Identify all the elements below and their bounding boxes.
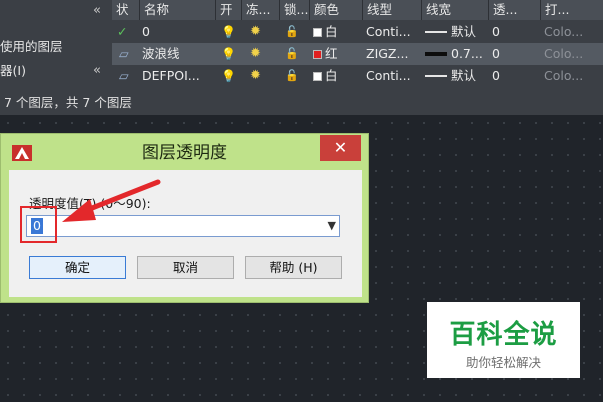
lineweight-sample: [425, 31, 447, 33]
lightbulb-icon[interactable]: 💡: [218, 65, 238, 87]
layer-name[interactable]: 波浪线: [139, 43, 215, 65]
lineweight-sample: [425, 52, 447, 56]
collapse-chevron-icon[interactable]: «: [93, 60, 101, 82]
watermark-logo: 百科全说 助你轻松解决: [427, 302, 580, 378]
layer-plot-style: Colo...: [544, 24, 584, 39]
layer-status-icon: ▱: [119, 46, 129, 61]
sun-icon[interactable]: ✹: [247, 43, 275, 65]
tree-row-used-layers[interactable]: 使用的图层: [0, 36, 112, 58]
layer-linetype[interactable]: Conti...: [363, 65, 421, 87]
layer-grid-header: 状 名称 开 冻... 锁... 颜色 线型 线宽 透... 打...: [112, 0, 603, 20]
tree-row-all[interactable]: «: [0, 0, 112, 22]
layer-linetype[interactable]: ZIGZ...: [363, 43, 421, 65]
collapse-chevron-icon[interactable]: «: [93, 0, 101, 22]
col-status[interactable]: 状: [112, 0, 139, 20]
annotation-highlight-box: [20, 206, 57, 243]
layer-properties-panel: « 使用的图层 器(I) « 状 名称 开 冻... 锁... 颜色 线型 线宽…: [0, 0, 603, 115]
current-layer-check-icon: ✓: [117, 24, 128, 39]
color-label: 白: [325, 68, 338, 83]
layer-plot-style: Colo...: [544, 46, 584, 61]
col-transparency[interactable]: 透...: [488, 0, 540, 20]
layer-lineweight[interactable]: 默认: [422, 21, 488, 43]
transparency-value-combobox[interactable]: 0 ▼: [26, 215, 340, 237]
color-label: 白: [325, 24, 338, 39]
layer-plot-style: Colo...: [544, 68, 584, 83]
unlock-icon[interactable]: 🔓: [282, 21, 308, 43]
layer-lineweight[interactable]: 0.7...: [422, 43, 488, 65]
layer-row[interactable]: ✓ 0 💡 ✹ 🔓 白 Conti... 默认 0 Colo...: [112, 21, 603, 43]
layer-filter-tree: « 使用的图层 器(I) «: [0, 0, 112, 90]
layer-name[interactable]: 0: [139, 21, 215, 43]
close-button[interactable]: ✕: [320, 135, 361, 161]
dialog-title: 图层透明度: [142, 143, 227, 163]
col-name[interactable]: 名称: [139, 0, 215, 20]
chevron-down-icon[interactable]: ▼: [328, 217, 336, 235]
lineweight-label: 0.7...: [451, 46, 483, 61]
help-button[interactable]: 帮助 (H): [245, 256, 342, 279]
layer-linetype[interactable]: Conti...: [363, 21, 421, 43]
tree-row-label: 使用的图层: [0, 39, 63, 54]
layer-color[interactable]: 白: [310, 21, 362, 43]
color-label: 红: [325, 46, 338, 61]
col-linetype[interactable]: 线型: [362, 0, 421, 20]
ok-button[interactable]: 确定: [29, 256, 126, 279]
layer-row-selected[interactable]: ▱ 波浪线 💡 ✹ 🔓 红 ZIGZ... 0.7... 0 Colo...: [112, 43, 603, 65]
col-plot-style[interactable]: 打...: [540, 0, 603, 20]
color-swatch: [313, 28, 322, 37]
lineweight-label: 默认: [451, 68, 477, 83]
sun-icon[interactable]: ✹: [247, 21, 275, 43]
layer-count-status: 7 个图层，共 7 个图层: [4, 95, 132, 110]
col-lock[interactable]: 锁...: [279, 0, 309, 20]
layer-transparency[interactable]: 0: [489, 43, 540, 65]
col-freeze[interactable]: 冻...: [241, 0, 279, 20]
layer-status-icon: ▱: [119, 68, 129, 83]
color-swatch: [313, 50, 322, 59]
col-lineweight[interactable]: 线宽: [421, 0, 488, 20]
layer-transparency[interactable]: 0: [489, 21, 540, 43]
layer-lineweight[interactable]: 默认: [422, 65, 488, 87]
cancel-button[interactable]: 取消: [137, 256, 234, 279]
color-swatch: [313, 72, 322, 81]
layer-row[interactable]: ▱ DEFPOI... 💡 ✹ 🔓 白 Conti... 默认 0 Colo..…: [112, 65, 603, 87]
unlock-icon[interactable]: 🔓: [282, 43, 308, 65]
layer-color[interactable]: 红: [310, 43, 362, 65]
lineweight-sample: [425, 75, 447, 77]
layer-transparency[interactable]: 0: [489, 65, 540, 87]
lightbulb-icon[interactable]: 💡: [218, 21, 238, 43]
dialog-titlebar[interactable]: 图层透明度 ✕: [1, 134, 368, 170]
lineweight-label: 默认: [451, 24, 477, 39]
tree-row-label: 器(I): [0, 63, 26, 78]
layer-color[interactable]: 白: [310, 65, 362, 87]
lightbulb-icon[interactable]: 💡: [218, 43, 238, 65]
sun-icon[interactable]: ✹: [247, 65, 275, 87]
watermark-subtitle: 助你轻松解决: [465, 355, 541, 370]
col-color[interactable]: 颜色: [309, 0, 362, 20]
col-on[interactable]: 开: [215, 0, 241, 20]
tree-row-invert-filter[interactable]: 器(I) «: [0, 60, 112, 82]
watermark-title: 百科全说: [449, 320, 558, 350]
layer-name[interactable]: DEFPOI...: [139, 65, 215, 87]
dialog-body: 透明度值(T) (0～90): 0 ▼ 确定 取消 帮助 (H): [9, 170, 362, 297]
unlock-icon[interactable]: 🔓: [282, 65, 308, 87]
